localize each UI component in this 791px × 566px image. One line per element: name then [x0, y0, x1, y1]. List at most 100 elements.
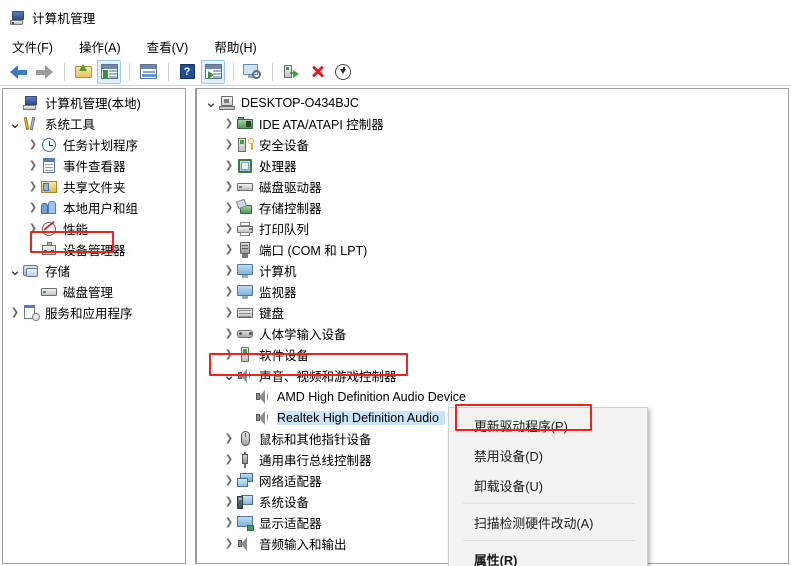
chevron-right-icon[interactable]: ❯	[221, 449, 237, 470]
chevron-right-icon[interactable]: ❯	[221, 218, 237, 239]
device-label: 鼠标和其他指针设备	[259, 433, 372, 447]
menu-action[interactable]: 操作(A)	[77, 35, 123, 58]
tree-item-disk-management[interactable]: 磁盘管理	[3, 281, 185, 302]
tree-item-performance[interactable]: ❯ 性能	[3, 218, 185, 239]
chevron-right-icon[interactable]: ❯	[221, 260, 237, 281]
chevron-right-icon[interactable]: ❯	[221, 344, 237, 365]
device-node-disk-drives[interactable]: ❯ 磁盘驱动器	[197, 176, 788, 197]
back-button[interactable]	[6, 60, 30, 84]
device-label: 处理器	[259, 160, 297, 174]
display-adapter-icon	[237, 515, 254, 531]
chevron-right-icon[interactable]: ❯	[25, 176, 41, 197]
menu-file[interactable]: 文件(F)	[10, 35, 55, 58]
chevron-right-icon[interactable]: ❯	[221, 176, 237, 197]
device-context-menu[interactable]: 更新驱动程序(P) 禁用设备(D) 卸载设备(U) 扫描检测硬件改动(A) 属性…	[448, 407, 648, 566]
device-node-hid[interactable]: ❯ 人体学输入设备	[197, 323, 788, 344]
chevron-right-icon[interactable]: ❯	[25, 218, 41, 239]
tree-label: 本地用户和组	[63, 202, 139, 216]
device-node-security-devices[interactable]: ❯ 安全设备	[197, 134, 788, 155]
action-pane-icon	[204, 64, 222, 79]
computer-root-icon	[23, 95, 40, 111]
device-label: 键盘	[259, 307, 285, 321]
device-label: 磁盘驱动器	[259, 181, 322, 195]
chevron-right-icon[interactable]: ❯	[25, 155, 41, 176]
chevron-right-icon[interactable]: ❯	[7, 302, 23, 323]
device-node-processors[interactable]: ❯ 处理器	[197, 155, 788, 176]
device-node-storage-controllers[interactable]: ❯ 存储控制器	[197, 197, 788, 218]
properties-button[interactable]	[136, 60, 160, 84]
ctx-properties[interactable]: 属性(R)	[449, 544, 647, 566]
audio-device-icon	[255, 410, 272, 426]
disk-drive-icon	[237, 179, 254, 195]
uninstall-device-button[interactable]	[305, 60, 329, 84]
device-label: 声音、视频和游戏控制器	[259, 370, 397, 384]
chevron-right-icon[interactable]: ❯	[25, 134, 41, 155]
device-node-ports[interactable]: ❯ 端口 (COM 和 LPT)	[197, 239, 788, 260]
show-hide-console-tree-button[interactable]	[97, 59, 121, 84]
device-node-computer[interactable]: ❯ 计算机	[197, 260, 788, 281]
update-driver-button[interactable]	[331, 60, 355, 84]
device-node-desktop[interactable]: ⌄ DESKTOP-O434BJC	[197, 92, 788, 113]
device-node-monitors[interactable]: ❯ 监视器	[197, 281, 788, 302]
chevron-right-icon[interactable]: ❯	[221, 113, 237, 134]
chevron-right-icon[interactable]: ❯	[221, 155, 237, 176]
chevron-right-icon[interactable]: ❯	[221, 428, 237, 449]
update-view-button[interactable]	[240, 60, 264, 84]
tree-item-local-users-and-groups[interactable]: ❯ 本地用户和组	[3, 197, 185, 218]
device-label: 显示适配器	[259, 517, 322, 531]
hid-icon	[237, 326, 254, 342]
device-node-print-queues[interactable]: ❯ 打印队列	[197, 218, 788, 239]
show-hide-action-pane-button[interactable]	[201, 59, 225, 84]
chevron-down-icon[interactable]: ⌄	[7, 260, 23, 281]
chevron-placeholder	[7, 92, 23, 113]
chevron-down-icon[interactable]: ⌄	[203, 92, 219, 113]
tree-item-event-viewer[interactable]: ❯ 事件查看器	[3, 155, 185, 176]
device-node-sound-video-game[interactable]: ⌄ 声音、视频和游戏控制器	[197, 365, 788, 386]
processor-icon	[237, 158, 254, 174]
ctx-uninstall-device[interactable]: 卸载设备(U)	[449, 470, 647, 500]
ctx-disable-device[interactable]: 禁用设备(D)	[449, 440, 647, 470]
tree-item-services-and-applications[interactable]: ❯ 服务和应用程序	[3, 302, 185, 323]
chevron-right-icon[interactable]: ❯	[221, 323, 237, 344]
system-device-icon	[237, 494, 254, 510]
scan-hardware-changes-button[interactable]	[279, 60, 303, 84]
device-manager-icon	[41, 241, 58, 258]
tree-item-task-scheduler[interactable]: ❯ 任务计划程序	[3, 134, 185, 155]
device-node-ide-ata-atapi[interactable]: ❯ IDE ATA/ATAPI 控制器	[197, 113, 788, 134]
chevron-down-icon[interactable]: ⌄	[221, 365, 237, 386]
chevron-right-icon[interactable]: ❯	[221, 533, 237, 554]
ctx-scan-hardware[interactable]: 扫描检测硬件改动(A)	[449, 507, 647, 537]
back-arrow-icon	[9, 64, 27, 79]
chevron-right-icon[interactable]: ❯	[221, 239, 237, 260]
chevron-right-icon[interactable]: ❯	[25, 197, 41, 218]
menu-help[interactable]: 帮助(H)	[212, 35, 258, 58]
tree-item-device-manager[interactable]: 设备管理器	[3, 239, 185, 260]
tree-item-system-tools[interactable]: ⌄ 系统工具	[3, 113, 185, 134]
chevron-right-icon[interactable]: ❯	[221, 302, 237, 323]
chevron-right-icon[interactable]: ❯	[221, 281, 237, 302]
tree-item-storage[interactable]: ⌄ 存储	[3, 260, 185, 281]
monitor-inspect-icon	[243, 64, 261, 79]
chevron-right-icon[interactable]: ❯	[221, 491, 237, 512]
chevron-right-icon[interactable]: ❯	[221, 512, 237, 533]
console-tree-pane[interactable]: 计算机管理(本地) ⌄ 系统工具 ❯ 任务计划程序 ❯ 事件查看器 ❯ 共享文件	[2, 88, 186, 564]
chevron-right-icon[interactable]: ❯	[221, 197, 237, 218]
up-one-level-button[interactable]	[71, 60, 95, 84]
menu-view[interactable]: 查看(V)	[145, 35, 191, 58]
ctx-update-driver[interactable]: 更新驱动程序(P)	[449, 410, 647, 440]
forward-button[interactable]	[32, 60, 56, 84]
device-label: 计算机	[259, 265, 297, 279]
chevron-right-icon[interactable]: ❯	[221, 470, 237, 491]
tree-item-computer-management-local[interactable]: 计算机管理(本地)	[3, 92, 185, 113]
tree-label: 性能	[63, 223, 89, 237]
help-question-icon: ?	[179, 64, 195, 79]
tree-item-shared-folders[interactable]: ❯ 共享文件夹	[3, 176, 185, 197]
chevron-right-icon[interactable]: ❯	[221, 134, 237, 155]
chevron-down-icon[interactable]: ⌄	[7, 113, 23, 134]
device-node-keyboards[interactable]: ❯ 键盘	[197, 302, 788, 323]
device-node-software-devices[interactable]: ❯ 软件设备	[197, 344, 788, 365]
scan-hardware-icon	[283, 64, 299, 80]
storage-icon	[23, 263, 40, 279]
help-button[interactable]: ?	[175, 60, 199, 84]
device-node-amd-hd-audio[interactable]: AMD High Definition Audio Device	[197, 386, 788, 407]
